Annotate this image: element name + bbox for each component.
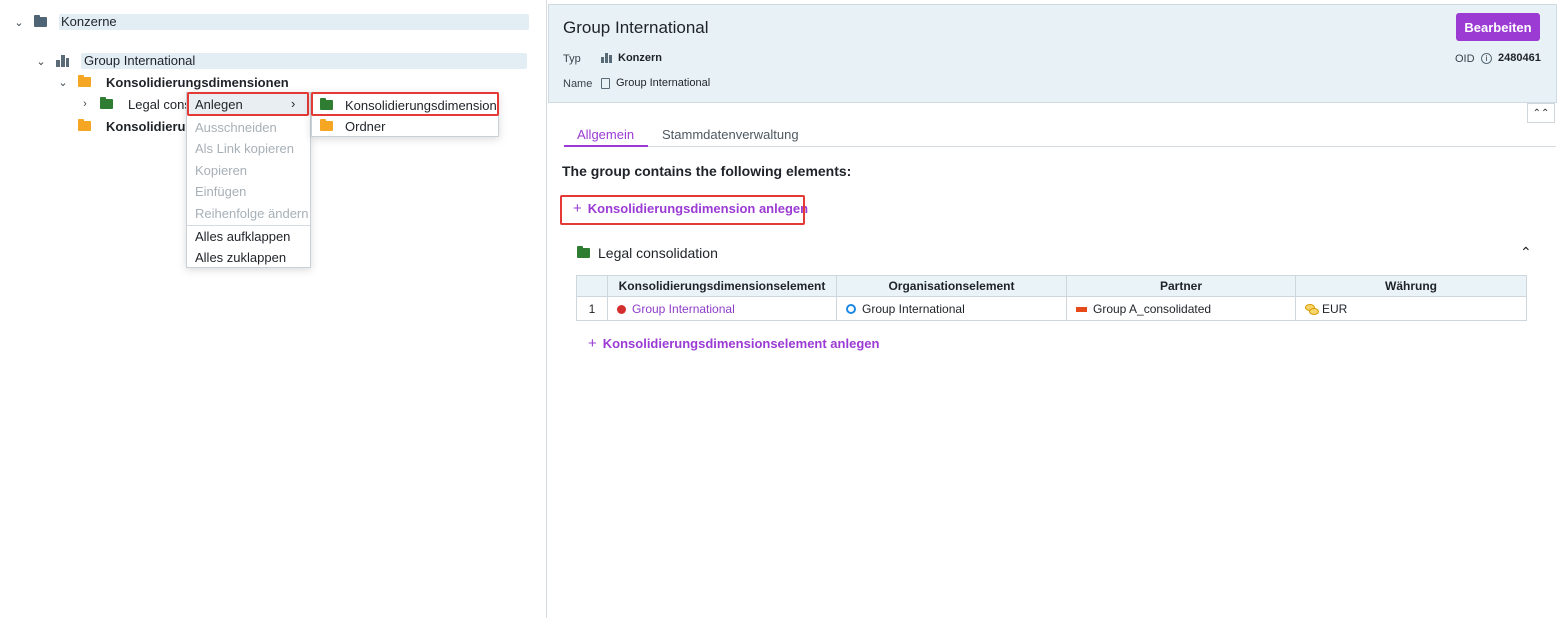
detail-header: Group International Bearbeiten Typ Konze… [548,4,1557,103]
oid-value-text: 2480461 [1498,52,1541,64]
status-dot-icon [617,304,626,314]
menu-item-einfuegen[interactable]: Einfügen [195,182,246,200]
folder-icon [34,15,47,27]
typ-label: Typ [563,53,581,65]
chevron-down-icon[interactable]: ⌄ [14,17,24,29]
name-value: Group International [601,77,710,89]
partner-flag-icon [1076,306,1087,312]
typ-value-text: Konzern [618,52,662,64]
menu-item-label: Einfügen [195,183,247,199]
typ-value: Konzern [601,52,662,64]
org-ring-icon [846,303,856,314]
add-element-link[interactable]: + Konsolidierungsdimensionselement anleg… [588,335,879,352]
cell-element[interactable]: Group International [607,296,837,321]
menu-item-kopieren[interactable]: Kopieren [195,161,247,179]
coins-icon [1305,303,1319,315]
app-root: ⌄ Konzerne ⌄ Group International ⌄ Konso… [0,0,1561,618]
column-header[interactable]: Währung [1295,275,1527,297]
menu-item-label: Kopieren [195,162,248,178]
folder-icon [320,119,333,131]
elements-table: Konsolidierungsdimensionselement Organis… [576,275,1527,321]
menu-item-reihenfolge-aendern[interactable]: Reihenfolge ändern [195,204,308,222]
tree-node-group-international[interactable]: ⌄ Group International [36,52,527,70]
folder-icon [78,119,91,131]
menu-item-label: Als Link kopieren [195,140,294,156]
info-icon: i [1481,52,1492,64]
menu-item-alles-zuklappen[interactable]: Alles zuklappen [195,248,286,266]
edit-button[interactable]: Bearbeiten [1456,13,1540,41]
row-number: 1 [576,296,608,321]
tree-node-konzerne[interactable]: ⌄ Konzerne [14,13,529,31]
contains-text: The group contains the following element… [562,163,852,179]
folder-icon [577,246,590,258]
chevron-down-icon[interactable]: ⌄ [58,77,68,89]
submenu-item-ordner[interactable]: Ordner [320,117,385,135]
cell-org: Group International [836,296,1067,321]
partner-text: Group A_consolidated [1093,301,1212,316]
highlight-box [311,92,499,116]
double-chevron-up-icon: ⌃⌃ [1532,107,1550,119]
menu-item-ausschneiden[interactable]: Ausschneiden [195,118,277,136]
context-menu: Anlegen › Ausschneiden Als Link kopieren… [186,92,311,268]
column-header[interactable]: Partner [1066,275,1296,297]
oid-label: OID [1455,53,1475,65]
menu-item-alles-aufklappen[interactable]: Alles aufklappen [195,227,290,245]
document-icon [601,77,610,89]
table-row[interactable]: 1 Group International Group Internationa… [576,296,1527,321]
menu-divider [187,225,310,226]
tree-node-label: Legal cons [128,96,191,112]
plus-icon: + [588,335,597,352]
tab-stammdatenverwaltung[interactable]: Stammdatenverwaltung [662,127,799,147]
menu-item-label: Alles aufklappen [195,228,291,244]
name-label: Name [563,78,593,90]
tree-node-label: Konsolidierungsdimensionen [106,74,289,90]
chevron-up-icon[interactable]: ⌃ [1520,244,1532,261]
cell-partner: Group A_consolidated [1066,296,1296,321]
currency-text: EUR [1322,301,1348,316]
tree-node-label: Konzerne [59,14,529,30]
tab-bar: Allgemein Stammdatenverwaltung [564,127,1556,147]
menu-item-label: Ausschneiden [195,119,277,135]
highlight-box [187,92,309,116]
collapse-header-button[interactable]: ⌃⌃ [1527,103,1555,123]
tree-node-label: Group International [81,53,527,69]
detail-panel: Group International Bearbeiten Typ Konze… [548,4,1557,618]
column-header[interactable]: Konsolidierungsdimensionselement [607,275,837,297]
section-title-label: Legal consolidation [598,245,718,261]
section-legal-consolidation[interactable]: Legal consolidation [577,245,718,261]
column-header[interactable]: Organisationselement [836,275,1067,297]
highlight-box [560,195,805,225]
add-element-link-label: Konsolidierungsdimensionselement anlegen [602,336,880,351]
building-icon [601,53,612,63]
building-icon [56,55,69,67]
tree-node-konsolidierungsdimensionen[interactable]: ⌄ Konsolidierungsdimensionen [58,73,289,91]
menu-item-label: Alles zuklappen [195,249,287,265]
folder-icon [78,75,91,87]
chevron-right-icon[interactable]: › [80,98,90,110]
tree-node-konsolidierung[interactable]: Konsolidierung [78,117,201,135]
submenu-item-label: Ordner [345,118,386,134]
page-title: Group International [563,18,709,37]
element-link[interactable]: Group International [632,302,735,316]
column-header [576,275,608,297]
tab-allgemein[interactable]: Allgemein [564,127,648,147]
cell-currency: EUR [1295,296,1527,321]
chevron-down-icon[interactable]: ⌄ [36,56,46,68]
menu-item-label: Reihenfolge ändern [195,205,309,221]
oid-value: i 2480461 [1481,52,1541,64]
tree-node-legal-consolidation[interactable]: › Legal cons [80,95,191,113]
name-value-text: Group International [616,77,711,89]
folder-icon [100,97,113,109]
table-header-row: Konsolidierungsdimensionselement Organis… [576,275,1527,297]
menu-item-als-link-kopieren[interactable]: Als Link kopieren [195,139,294,157]
org-text: Group International [862,301,965,316]
